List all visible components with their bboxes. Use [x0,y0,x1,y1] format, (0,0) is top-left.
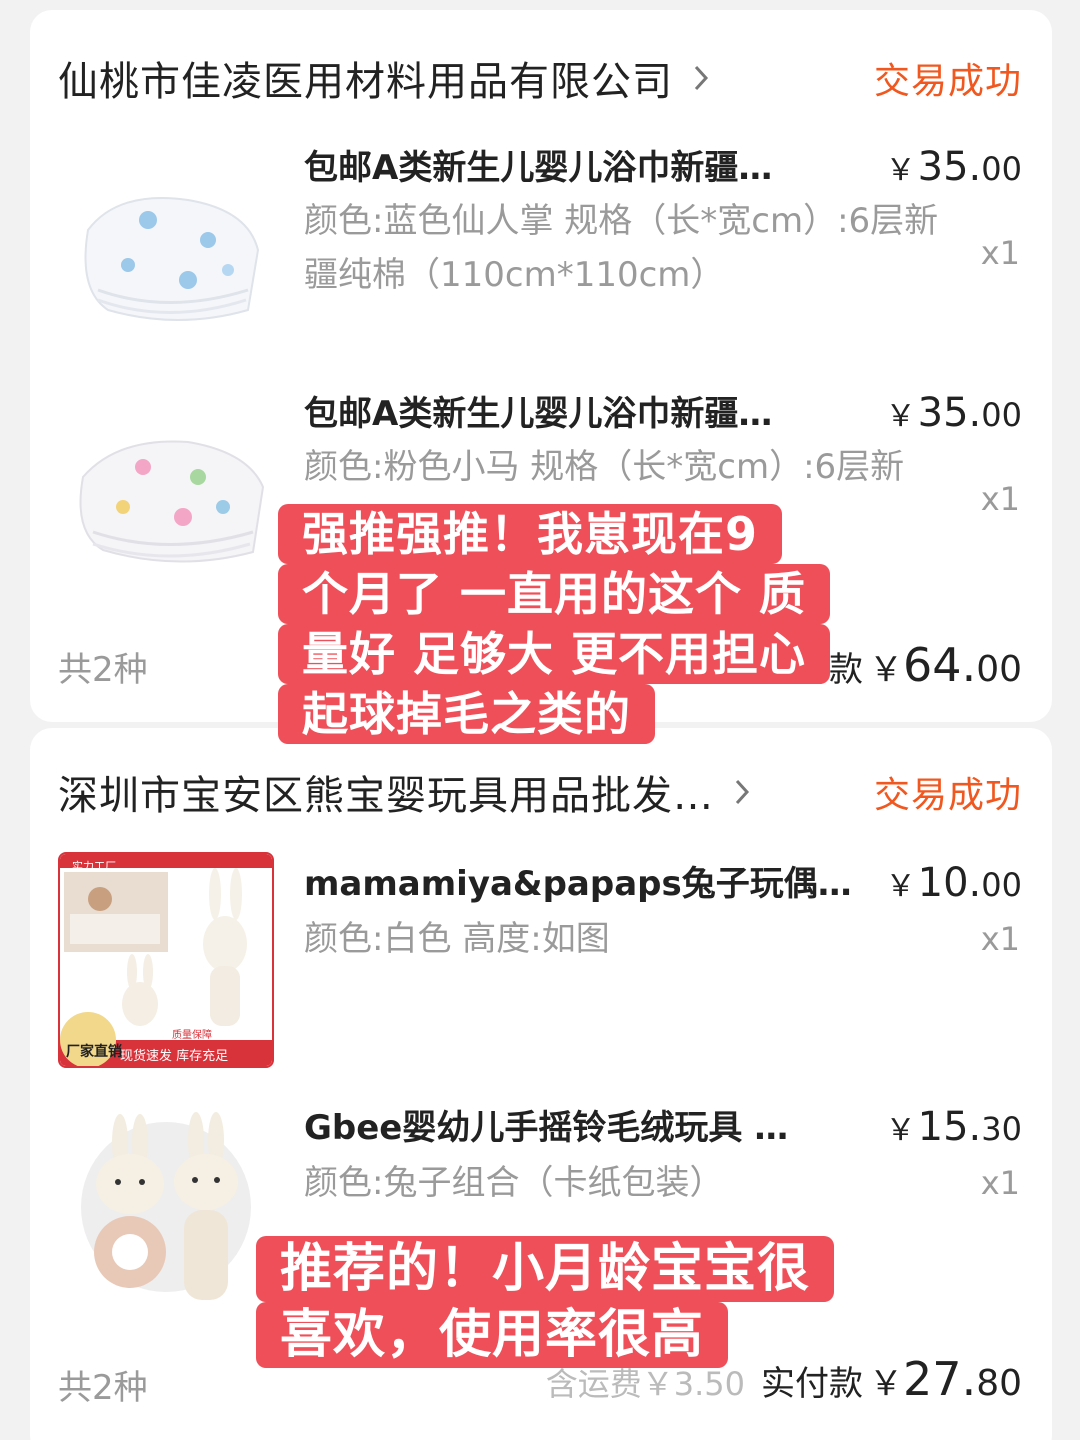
chevron-right-icon [694,65,709,91]
badge-factory-text: 实力工厂 [72,859,116,873]
item-price: ￥10.00 [886,860,1022,906]
order-item[interactable]: 实力工厂 质量保障 现货速发 库存充足 厂家直销 mamamiya&papaps… [30,852,1052,1068]
item-spec: 颜色:粉色小马 规格（长*宽cm）:6层新 [304,447,905,487]
item-title[interactable]: 包邮A类新生儿婴儿浴巾新疆… [304,392,834,436]
shop-name[interactable]: 深圳市宝安区熊宝婴玩具用品批发… [58,763,714,821]
badge-direct-text: 厂家直销 [66,1043,122,1060]
comment-line: 喜欢，使用率很高 [256,1302,729,1368]
price-integer: 10. [917,860,982,906]
payment-integer: 27. [903,1352,977,1406]
price-decimal: 30 [981,1110,1022,1148]
item-spec: 颜色:兔子组合（卡纸包装） [304,1163,724,1203]
item-quantity: x1 [980,1164,1020,1202]
overlay-comment: 强推强推！我崽现在9 个月了 一直用的这个 质 量好 足够大 更不用担心 起球掉… [278,504,831,744]
item-price: ￥35.00 [886,144,1022,190]
price-decimal: 00 [981,396,1022,434]
item-quantity: x1 [980,234,1020,272]
comment-line: 推荐的！小月龄宝宝很 [256,1236,835,1302]
shop-header[interactable]: 仙桃市佳凌医用材料用品有限公司 交易成功 [58,48,1022,108]
blanket-thumbnail-icon[interactable] [58,140,274,356]
price-integer: 35. [917,390,982,436]
price-integer: 35. [917,144,982,190]
payment-decimal: 80 [976,1363,1022,1404]
comment-line: 量好 足够大 更不用担心 [278,624,831,684]
order-status: 交易成功 [873,775,1022,816]
price-decimal: 00 [981,866,1022,904]
overlay-comment: 推荐的！小月龄宝宝很 喜欢，使用率很高 [256,1236,835,1368]
item-count: 共2种 [58,650,148,690]
item-quantity: x1 [980,480,1020,518]
order-status: 交易成功 [873,61,1022,102]
item-price: ￥35.00 [886,390,1022,436]
shop-header[interactable]: 深圳市宝安区熊宝婴玩具用品批发… 交易成功 [58,762,1022,822]
item-title[interactable]: 包邮A类新生儿婴儿浴巾新疆… [304,146,834,190]
item-count: 共2种 [58,1368,148,1408]
bunny-rattle-thumbnail-icon[interactable] [58,1102,274,1318]
price-decimal: 00 [981,150,1022,188]
item-price: ￥15.30 [886,1104,1022,1150]
comment-line: 强推强推！我崽现在9 [278,504,783,564]
bunny-doll-thumbnail-icon[interactable]: 实力工厂 质量保障 现货速发 库存充足 厂家直销 [58,852,274,1068]
item-title[interactable]: Gbee婴幼儿手摇铃毛绒玩具 … [304,1106,834,1150]
shop-name[interactable]: 仙桃市佳凌医用材料用品有限公司 [58,49,673,107]
item-title[interactable]: mamamiya&papaps兔子玩偶… [304,862,864,906]
order-item[interactable]: 包邮A类新生儿婴儿浴巾新疆… 颜色:蓝色仙人掌 规格（长*宽cm）:6层新疆纯棉… [30,130,1052,356]
item-spec: 颜色:白色 高度:如图 [304,919,610,959]
item-spec: 颜色:蓝色仙人掌 规格（长*宽cm）:6层新疆纯棉（110cm*110cm） [304,201,939,295]
currency-symbol: ￥ [885,153,916,188]
comment-line: 个月了 一直用的这个 质 [278,564,831,624]
payment-integer: 64. [903,638,977,692]
payment-decimal: 00 [976,649,1022,690]
currency-symbol: ￥ [869,1364,904,1404]
currency-symbol: ￥ [869,650,904,690]
currency-symbol: ￥ [885,869,916,904]
chevron-right-icon [735,779,750,805]
blanket-thumbnail-icon[interactable] [58,382,274,598]
badge-quality-text: 质量保障 [172,1028,212,1041]
currency-symbol: ￥ [885,399,916,434]
currency-symbol: ￥ [885,1113,916,1148]
badge-stock-text: 现货速发 库存充足 [120,1048,228,1064]
comment-line: 起球掉毛之类的 [278,684,655,744]
item-quantity: x1 [980,920,1020,958]
price-integer: 15. [917,1104,982,1150]
